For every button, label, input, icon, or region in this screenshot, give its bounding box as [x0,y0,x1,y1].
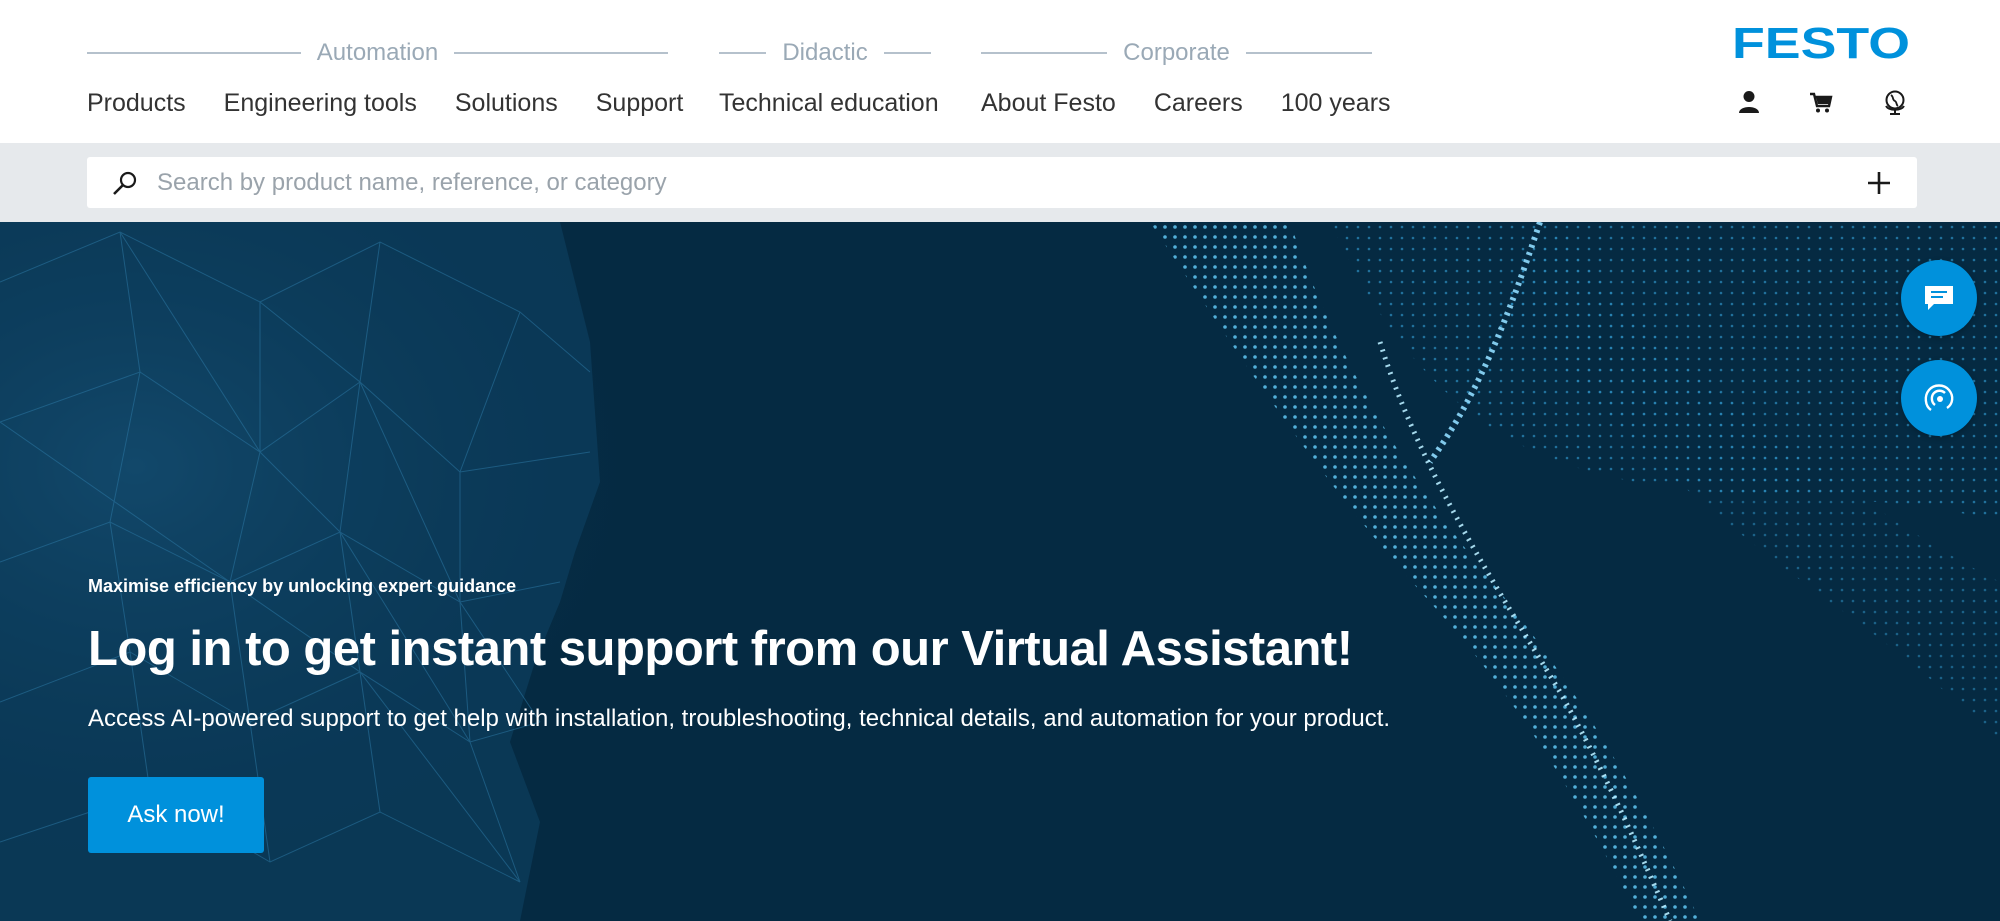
hero-content: Maximise efficiency by unlocking expert … [88,576,1390,853]
user-icon[interactable] [1735,88,1763,116]
nav-group-label: Corporate [981,38,1373,68]
search-icon [113,171,137,195]
nav-item-solutions[interactable]: Solutions [455,86,558,120]
nav-group-didactic: Didactic Technical education [719,0,939,143]
cart-icon[interactable] [1807,88,1835,116]
support-assistant-button[interactable] [1901,360,1977,436]
nav-item-100-years[interactable]: 100 years [1281,86,1391,120]
nav-group-label: Didactic [719,38,932,68]
hero-title: Log in to get instant support from our V… [88,622,1353,676]
nav-group-title-automation: Automation [316,39,439,66]
ask-now-button[interactable]: Ask now! [88,777,264,853]
site-header: Automation Products Engineering tools So… [0,0,2000,143]
nav-item-engineering-tools[interactable]: Engineering tools [224,86,417,120]
festo-logo[interactable]: FESTO [1732,24,1910,60]
search-box [87,157,1917,208]
hero-description: Access AI-powered support to get help wi… [88,705,1391,732]
divider [454,52,668,54]
nav-item-support[interactable]: Support [596,86,684,120]
nav-group-automation: Automation Products Engineering tools So… [87,0,683,143]
support-assistant-icon [1924,384,1954,411]
divider [981,52,1108,54]
chat-button[interactable] [1901,260,1977,336]
plus-icon[interactable] [1865,169,1893,197]
nav-item-about-festo[interactable]: About Festo [981,86,1116,120]
divider [1245,52,1373,54]
nav-group-title-corporate: Corporate [1123,39,1230,66]
nav-item-technical-education[interactable]: Technical education [719,86,939,120]
search-input[interactable] [157,157,1817,208]
nav-group-label: Automation [87,38,668,68]
nav-row: Technical education [719,86,939,120]
chat-icon [1925,286,1953,310]
nav-group-corporate: Corporate About Festo Careers 100 years [981,0,1391,143]
divider [87,52,301,54]
divider [719,52,767,54]
hero-eyebrow: Maximise efficiency by unlocking expert … [88,576,517,596]
nav-item-products[interactable]: Products [87,86,186,120]
search-strip [0,143,2000,222]
globe-icon[interactable] [1881,88,1909,116]
nav-group-title-didactic: Didactic [782,39,868,66]
divider [883,52,932,54]
logo-text: FESTO [1732,24,1910,60]
nav-item-careers[interactable]: Careers [1154,86,1243,120]
nav-row: About Festo Careers 100 years [981,86,1391,120]
nav-row: Products Engineering tools Solutions Sup… [87,86,683,120]
hero-banner: Maximise efficiency by unlocking expert … [0,222,2000,921]
